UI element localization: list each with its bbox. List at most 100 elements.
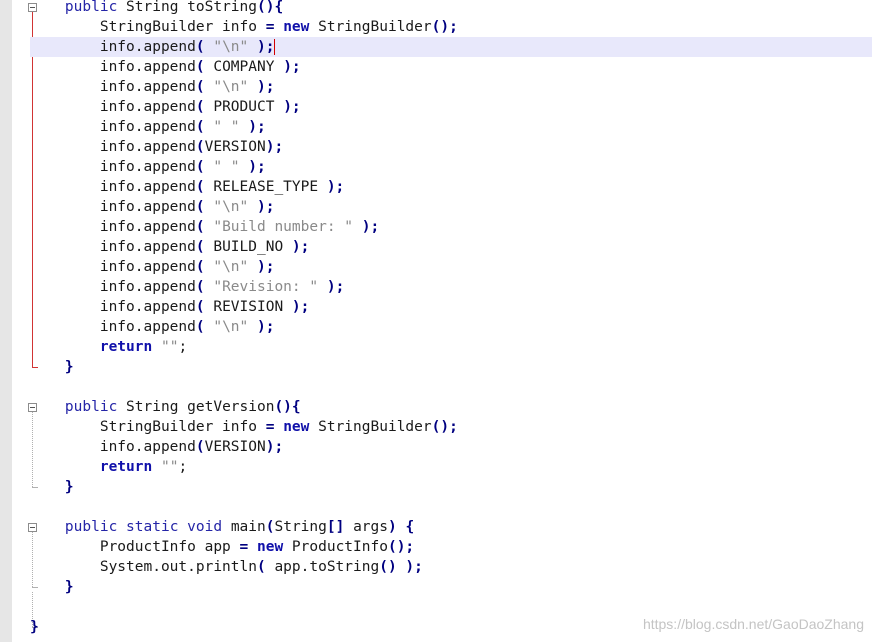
code-line[interactable]: info.append( "Build number: " );: [30, 217, 872, 237]
code-token: RELEASE_TYPE: [204, 179, 327, 195]
code-line[interactable]: info.append( RELEASE_TYPE );: [30, 177, 872, 197]
code-token: info.append: [99, 139, 196, 155]
code-line[interactable]: info.append( COMPANY );: [30, 57, 872, 77]
watermark: https://blog.csdn.net/GaoDaoZhang: [642, 616, 864, 632]
code-token: "": [160, 339, 179, 355]
code-line[interactable]: info.append( "\n" );: [30, 257, 872, 277]
code-token: (: [195, 259, 205, 275]
code-token: (){: [257, 0, 284, 15]
code-token: (: [195, 119, 205, 135]
code-token: info.append: [99, 79, 196, 95]
code-token: }: [64, 359, 74, 375]
code-editor[interactable]: public String toString(){ StringBuilder …: [30, 0, 872, 637]
code-token: );: [326, 179, 345, 195]
code-line[interactable]: return "";: [30, 337, 872, 357]
code-line[interactable]: return "";: [30, 457, 872, 477]
code-line[interactable]: }: [30, 357, 872, 377]
code-token: (: [195, 219, 205, 235]
code-line[interactable]: }: [30, 577, 872, 597]
code-token: public: [64, 0, 118, 15]
code-line[interactable]: info.append(VERSION);: [30, 437, 872, 457]
code-token: args: [344, 519, 388, 535]
code-token: info.append: [99, 259, 196, 275]
code-line[interactable]: info.append( REVISION );: [30, 297, 872, 317]
code-line[interactable]: StringBuilder info = new StringBuilder()…: [30, 17, 872, 37]
code-token: (: [195, 439, 205, 455]
code-line[interactable]: }: [30, 477, 872, 497]
code-line[interactable]: public static void main(String[] args) {: [30, 517, 872, 537]
code-token: );: [257, 259, 275, 275]
code-token: " ": [213, 119, 240, 135]
code-line[interactable]: public String toString(){: [30, 0, 872, 17]
code-token: ();: [431, 419, 458, 435]
code-line[interactable]: info.append( " " );: [30, 117, 872, 137]
code-line-current[interactable]: info.append( "\n" );: [30, 37, 872, 57]
code-line[interactable]: StringBuilder info = new StringBuilder()…: [30, 417, 872, 437]
code-token: app.toString: [265, 559, 380, 575]
code-token: (: [195, 39, 205, 55]
code-line[interactable]: info.append(VERSION);: [30, 137, 872, 157]
code-line[interactable]: [30, 377, 872, 397]
code-line[interactable]: info.append( PRODUCT );: [30, 97, 872, 117]
code-token: String: [274, 519, 327, 535]
code-token: );: [405, 559, 423, 575]
code-line[interactable]: info.append( "Revision: " );: [30, 277, 872, 297]
code-token: static: [126, 519, 179, 535]
code-token: " ": [213, 159, 240, 175]
code-token: );: [248, 119, 266, 135]
code-token: "\n": [213, 259, 249, 275]
code-token: );: [265, 439, 284, 455]
code-token: info.append: [99, 199, 196, 215]
code-token: {: [405, 519, 415, 535]
code-line[interactable]: ProductInfo app = new ProductInfo();: [30, 537, 872, 557]
code-token: VERSION: [204, 439, 266, 455]
code-line[interactable]: [30, 597, 872, 617]
selection-margin: [0, 0, 12, 642]
code-token: "\n": [213, 199, 249, 215]
code-token: []: [326, 519, 345, 535]
code-line[interactable]: info.append( "\n" );: [30, 77, 872, 97]
code-line[interactable]: [30, 497, 872, 517]
code-token: VERSION: [204, 139, 266, 155]
code-token: ProductInfo app: [99, 539, 240, 555]
code-token: "\n": [213, 39, 249, 55]
code-line[interactable]: public String getVersion(){: [30, 397, 872, 417]
code-line[interactable]: System.out.println( app.toString() );: [30, 557, 872, 577]
code-token: }: [64, 579, 74, 595]
code-token: StringBuilder: [309, 419, 432, 435]
code-token: (: [195, 79, 205, 95]
code-token: );: [257, 39, 275, 55]
code-token: (: [195, 99, 205, 115]
code-token: public: [64, 399, 118, 415]
code-line[interactable]: info.append( BUILD_NO );: [30, 237, 872, 257]
code-line[interactable]: info.append( "\n" );: [30, 317, 872, 337]
code-token: main: [222, 519, 266, 535]
code-line[interactable]: info.append( "\n" );: [30, 197, 872, 217]
code-token: );: [257, 319, 275, 335]
code-token: "\n": [213, 79, 249, 95]
code-token: info.append: [99, 59, 196, 75]
code-token: }: [64, 479, 74, 495]
code-token: info.append: [99, 239, 196, 255]
code-line[interactable]: info.append( " " );: [30, 157, 872, 177]
code-token: =: [239, 539, 249, 555]
code-token: );: [283, 59, 301, 75]
